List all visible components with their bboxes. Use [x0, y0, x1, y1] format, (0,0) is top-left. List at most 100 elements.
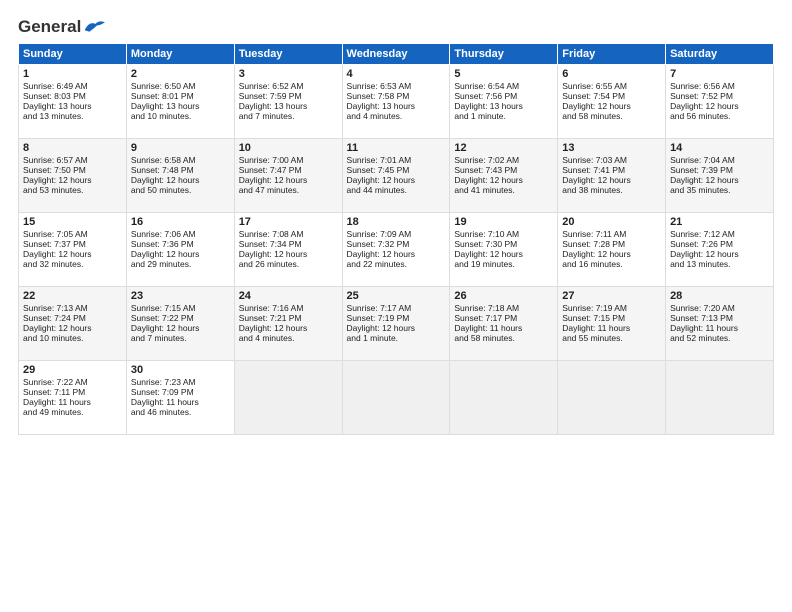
day-info-line: Sunset: 7:37 PM	[23, 239, 122, 249]
calendar-cell: 12Sunrise: 7:02 AMSunset: 7:43 PMDayligh…	[450, 139, 558, 213]
dow-header-thursday: Thursday	[450, 44, 558, 65]
day-number: 7	[670, 68, 769, 80]
day-info-line: Sunrise: 7:16 AM	[239, 303, 338, 313]
day-info-line: and 26 minutes.	[239, 259, 338, 269]
day-info-line: Daylight: 12 hours	[562, 101, 661, 111]
calendar-cell: 8Sunrise: 6:57 AMSunset: 7:50 PMDaylight…	[19, 139, 127, 213]
day-info-line: Sunrise: 6:56 AM	[670, 81, 769, 91]
day-info-line: Sunrise: 7:00 AM	[239, 155, 338, 165]
day-info-line: Sunset: 7:24 PM	[23, 313, 122, 323]
day-info-line: and 13 minutes.	[23, 111, 122, 121]
calendar-table: SundayMondayTuesdayWednesdayThursdayFrid…	[18, 43, 774, 435]
day-info-line: Sunrise: 7:09 AM	[347, 229, 446, 239]
day-info-line: Sunset: 7:09 PM	[131, 387, 230, 397]
day-info-line: Sunset: 7:19 PM	[347, 313, 446, 323]
day-info-line: Daylight: 11 hours	[670, 323, 769, 333]
day-info-line: Sunset: 7:48 PM	[131, 165, 230, 175]
day-info-line: and 49 minutes.	[23, 407, 122, 417]
day-number: 12	[454, 142, 553, 154]
day-info-line: Daylight: 12 hours	[23, 323, 122, 333]
day-info-line: Sunset: 7:34 PM	[239, 239, 338, 249]
day-number: 4	[347, 68, 446, 80]
day-number: 5	[454, 68, 553, 80]
day-info-line: Sunrise: 7:18 AM	[454, 303, 553, 313]
day-number: 18	[347, 216, 446, 228]
day-info-line: Sunset: 7:22 PM	[131, 313, 230, 323]
day-info-line: Sunset: 7:43 PM	[454, 165, 553, 175]
day-info-line: and 56 minutes.	[670, 111, 769, 121]
day-info-line: Daylight: 12 hours	[23, 175, 122, 185]
calendar-cell: 13Sunrise: 7:03 AMSunset: 7:41 PMDayligh…	[558, 139, 666, 213]
calendar-cell: 16Sunrise: 7:06 AMSunset: 7:36 PMDayligh…	[126, 213, 234, 287]
calendar-cell	[234, 361, 342, 435]
calendar-cell: 17Sunrise: 7:08 AMSunset: 7:34 PMDayligh…	[234, 213, 342, 287]
day-info-line: Daylight: 13 hours	[454, 101, 553, 111]
day-info-line: and 22 minutes.	[347, 259, 446, 269]
day-info-line: Sunrise: 7:03 AM	[562, 155, 661, 165]
day-info-line: and 52 minutes.	[670, 333, 769, 343]
calendar-cell: 14Sunrise: 7:04 AMSunset: 7:39 PMDayligh…	[666, 139, 774, 213]
day-info-line: Daylight: 12 hours	[347, 249, 446, 259]
day-info-line: and 4 minutes.	[239, 333, 338, 343]
day-info-line: Sunset: 7:11 PM	[23, 387, 122, 397]
day-number: 11	[347, 142, 446, 154]
day-info-line: Sunset: 7:58 PM	[347, 91, 446, 101]
day-info-line: Daylight: 13 hours	[131, 101, 230, 111]
day-info-line: Daylight: 12 hours	[239, 323, 338, 333]
day-info-line: Daylight: 11 hours	[23, 397, 122, 407]
day-info-line: and 13 minutes.	[670, 259, 769, 269]
calendar-cell: 6Sunrise: 6:55 AMSunset: 7:54 PMDaylight…	[558, 65, 666, 139]
day-info-line: Daylight: 12 hours	[454, 175, 553, 185]
day-info-line: Sunset: 7:59 PM	[239, 91, 338, 101]
day-info-line: and 38 minutes.	[562, 185, 661, 195]
day-info-line: and 47 minutes.	[239, 185, 338, 195]
day-info-line: Daylight: 13 hours	[239, 101, 338, 111]
calendar-cell: 27Sunrise: 7:19 AMSunset: 7:15 PMDayligh…	[558, 287, 666, 361]
dow-header-saturday: Saturday	[666, 44, 774, 65]
dow-header-monday: Monday	[126, 44, 234, 65]
day-info-line: Sunrise: 6:57 AM	[23, 155, 122, 165]
day-info-line: Sunrise: 7:01 AM	[347, 155, 446, 165]
day-number: 8	[23, 142, 122, 154]
day-info-line: Daylight: 11 hours	[131, 397, 230, 407]
calendar-cell: 2Sunrise: 6:50 AMSunset: 8:01 PMDaylight…	[126, 65, 234, 139]
day-info-line: Sunrise: 7:04 AM	[670, 155, 769, 165]
day-number: 1	[23, 68, 122, 80]
day-info-line: Sunrise: 7:02 AM	[454, 155, 553, 165]
dow-header-sunday: Sunday	[19, 44, 127, 65]
day-info-line: and 41 minutes.	[454, 185, 553, 195]
day-info-line: Daylight: 13 hours	[23, 101, 122, 111]
day-number: 22	[23, 290, 122, 302]
calendar-cell: 7Sunrise: 6:56 AMSunset: 7:52 PMDaylight…	[666, 65, 774, 139]
day-info-line: Sunset: 7:56 PM	[454, 91, 553, 101]
calendar-cell: 15Sunrise: 7:05 AMSunset: 7:37 PMDayligh…	[19, 213, 127, 287]
day-info-line: and 44 minutes.	[347, 185, 446, 195]
day-info-line: Sunrise: 7:15 AM	[131, 303, 230, 313]
calendar-cell: 26Sunrise: 7:18 AMSunset: 7:17 PMDayligh…	[450, 287, 558, 361]
calendar-cell	[342, 361, 450, 435]
calendar-cell	[450, 361, 558, 435]
day-info-line: Sunset: 7:47 PM	[239, 165, 338, 175]
day-info-line: and 50 minutes.	[131, 185, 230, 195]
dow-header-friday: Friday	[558, 44, 666, 65]
day-info-line: Daylight: 12 hours	[131, 249, 230, 259]
calendar-cell: 20Sunrise: 7:11 AMSunset: 7:28 PMDayligh…	[558, 213, 666, 287]
day-info-line: Sunset: 7:39 PM	[670, 165, 769, 175]
day-info-line: Sunrise: 6:49 AM	[23, 81, 122, 91]
calendar-cell: 22Sunrise: 7:13 AMSunset: 7:24 PMDayligh…	[19, 287, 127, 361]
calendar-cell	[666, 361, 774, 435]
day-info-line: Sunrise: 7:22 AM	[23, 377, 122, 387]
day-info-line: and 58 minutes.	[562, 111, 661, 121]
day-number: 17	[239, 216, 338, 228]
day-number: 10	[239, 142, 338, 154]
logo-bird-icon	[83, 19, 105, 35]
day-info-line: Daylight: 12 hours	[239, 249, 338, 259]
week-row-1: 1Sunrise: 6:49 AMSunset: 8:03 PMDaylight…	[19, 65, 774, 139]
day-info-line: Daylight: 12 hours	[347, 323, 446, 333]
day-info-line: Sunrise: 6:55 AM	[562, 81, 661, 91]
day-info-line: Sunset: 7:15 PM	[562, 313, 661, 323]
calendar-cell	[558, 361, 666, 435]
day-number: 13	[562, 142, 661, 154]
day-info-line: Sunrise: 7:19 AM	[562, 303, 661, 313]
day-info-line: and 35 minutes.	[670, 185, 769, 195]
